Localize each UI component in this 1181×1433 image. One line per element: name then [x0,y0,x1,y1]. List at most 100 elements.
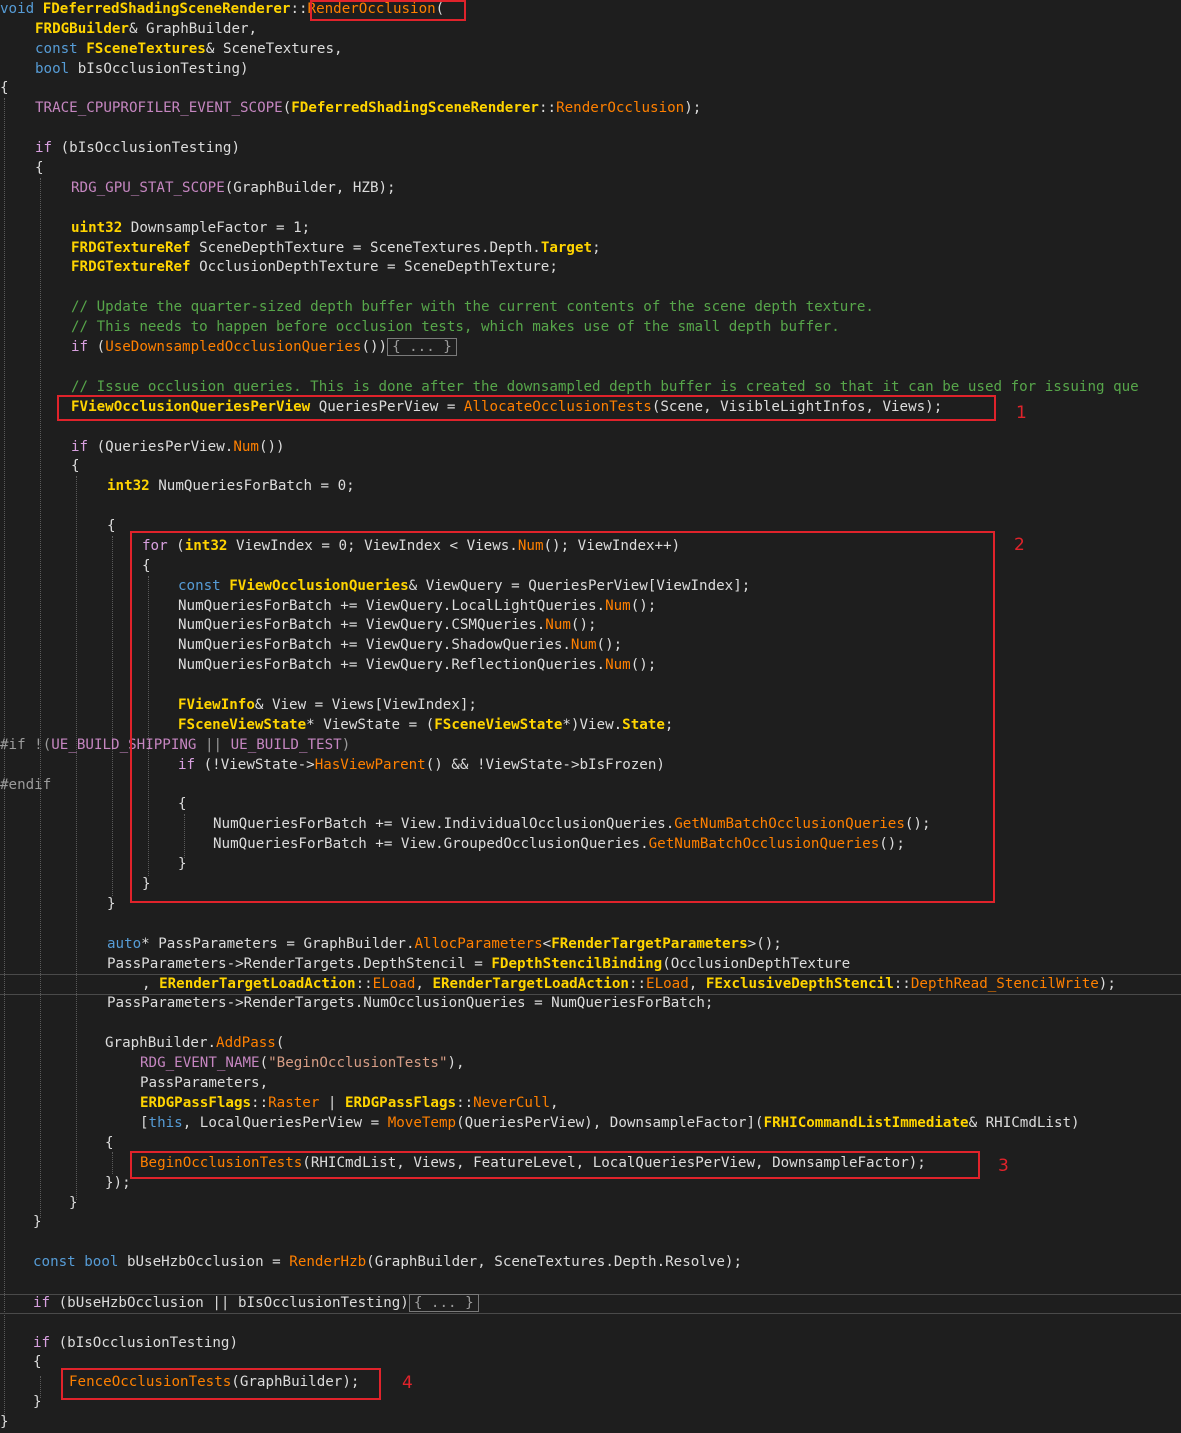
annotation-number-1: 1 [1016,403,1027,423]
code-token: FDepthStencilBinding [491,956,663,972]
code-token: RDG_EVENT_NAME [140,1055,260,1071]
code-token: (GraphBuilder, HZB); [224,180,396,196]
code-line[interactable]: { [0,78,9,98]
indent-guide [4,98,5,1418]
code-line[interactable]: bool bIsOcclusionTesting) [35,59,249,79]
code-line[interactable]: auto* PassParameters = GraphBuilder.Allo… [107,934,782,954]
code-line[interactable]: FRDGBuilder& GraphBuilder, [35,19,257,39]
code-token: < [542,936,552,952]
code-comment: // Update the quarter-sized depth buffer… [71,299,874,315]
code-line[interactable]: const bool bUseHzbOcclusion = RenderHzb(… [33,1252,742,1272]
code-token: , [550,1095,559,1111]
code-token: #endif [0,777,52,793]
indent-guide [76,476,77,1200]
code-token: const [33,1254,76,1270]
code-line[interactable]: const FSceneTextures& SceneTextures, [35,39,343,59]
code-token: { [71,458,80,474]
highlight-box-3 [130,1151,980,1179]
code-line[interactable]: uint32 DownsampleFactor = 1; [71,218,310,238]
code-line[interactable]: [this, LocalQueriesPerView = MoveTemp(Qu… [140,1113,1080,1133]
code-token: ); [684,100,702,116]
code-token: if [33,1335,51,1351]
code-token: , [142,976,160,992]
code-token: if [33,1295,51,1311]
code-token: if [35,140,53,156]
collapsed-block-button[interactable]: { ... } [387,338,457,356]
code-line[interactable]: GraphBuilder.AddPass( [105,1033,284,1053]
code-token: , LocalQueriesPerView = [182,1115,388,1131]
code-token: } [33,1214,42,1230]
code-line[interactable]: , ERenderTargetLoadAction::ELoad, ERende… [142,974,1116,994]
code-token: const [35,41,78,57]
code-line[interactable]: { [107,516,116,536]
code-token: } [107,896,116,912]
code-line[interactable]: FRDGTextureRef OcclusionDepthTexture = S… [71,257,558,277]
code-token: GraphBuilder. [105,1035,217,1051]
code-token: | [319,1095,346,1111]
code-line[interactable]: } [69,1193,78,1213]
code-line[interactable]: { [33,1352,42,1372]
code-line[interactable]: if (bIsOcclusionTesting) [33,1333,238,1353]
code-editor[interactable]: void FDeferredShadingSceneRenderer::Rend… [0,0,1181,1433]
code-line[interactable]: } [33,1212,42,1232]
code-token: PassParameters->RenderTargets.NumOcclusi… [107,995,714,1011]
code-token: bool [35,61,70,77]
code-line[interactable]: #endif [0,775,51,795]
code-line[interactable]: { [105,1133,114,1153]
code-token: >(); [747,936,782,952]
code-token: ERDGPassFlags [140,1095,252,1111]
code-line[interactable]: if (bIsOcclusionTesting) [35,138,240,158]
code-line[interactable]: if (QueriesPerView.Num()) [71,437,285,457]
code-line[interactable]: } [107,894,116,914]
code-line[interactable]: } [33,1392,42,1412]
code-token: FRDGTextureRef [71,240,191,256]
code-line[interactable]: RDG_EVENT_NAME("BeginOcclusionTests"), [140,1053,465,1073]
code-line[interactable]: PassParameters->RenderTargets.NumOcclusi… [107,993,713,1013]
code-line[interactable]: PassParameters, [140,1073,268,1093]
code-token: "BeginOcclusionTests" [268,1055,448,1071]
code-token: { [35,160,44,176]
code-token: & GraphBuilder, [128,21,258,37]
code-token: ( [88,339,106,355]
code-line[interactable]: { [71,456,80,476]
code-token: { [107,518,116,534]
code-token: { [33,1354,42,1370]
code-line[interactable]: // Issue occlusion queries. This is done… [71,377,1139,397]
highlight-box-signature [310,0,466,21]
code-line[interactable]: if (UseDownsampledOcclusionQueries()){ .… [71,337,457,357]
highlight-box-4 [61,1368,381,1400]
code-line[interactable]: TRACE_CPUPROFILER_EVENT_SCOPE(FDeferredS… [35,98,701,118]
highlight-box-2 [130,531,995,903]
code-token: , [688,976,706,992]
annotation-number-4: 4 [402,1373,413,1393]
code-line[interactable]: }); [105,1173,131,1193]
code-token: & RHICmdList) [968,1115,1080,1131]
code-line[interactable]: { [35,158,44,178]
code-token: void [0,1,35,17]
collapsed-block-button[interactable]: { ... } [408,1294,479,1312]
code-token: if [71,439,89,455]
code-line[interactable]: int32 NumQueriesForBatch = 0; [107,476,355,496]
code-token: (QueriesPerView. [88,439,234,455]
code-token: ERDGPassFlags [345,1095,457,1111]
code-token: RenderHzb [289,1254,367,1270]
code-token: PassParameters, [140,1075,269,1091]
code-token: } [33,1394,42,1410]
code-token: if [71,339,89,355]
code-line[interactable]: // This needs to happen before occlusion… [71,317,840,337]
code-line[interactable]: // Update the quarter-sized depth buffer… [71,297,874,317]
code-token: (bUseHzbOcclusion || bIsOcclusionTesting… [50,1295,409,1311]
code-line[interactable]: } [0,1412,9,1432]
code-token: [ [140,1115,149,1131]
code-token: { [0,80,9,96]
code-line[interactable]: RDG_GPU_STAT_SCOPE(GraphBuilder, HZB); [71,178,396,198]
code-line[interactable]: if (bUseHzbOcclusion || bIsOcclusionTest… [33,1293,479,1313]
code-line[interactable]: ERDGPassFlags::Raster | ERDGPassFlags::N… [140,1093,559,1113]
code-line[interactable]: PassParameters->RenderTargets.DepthStenc… [107,954,850,974]
code-token: Raster [268,1095,320,1111]
indent-guide [112,536,113,896]
code-token: OcclusionDepthTexture = SceneDepthTextur… [190,259,558,275]
code-token: FRenderTargetParameters [551,936,748,952]
code-line[interactable]: FRDGTextureRef SceneDepthTexture = Scene… [71,238,601,258]
code-token: :: [538,100,557,116]
